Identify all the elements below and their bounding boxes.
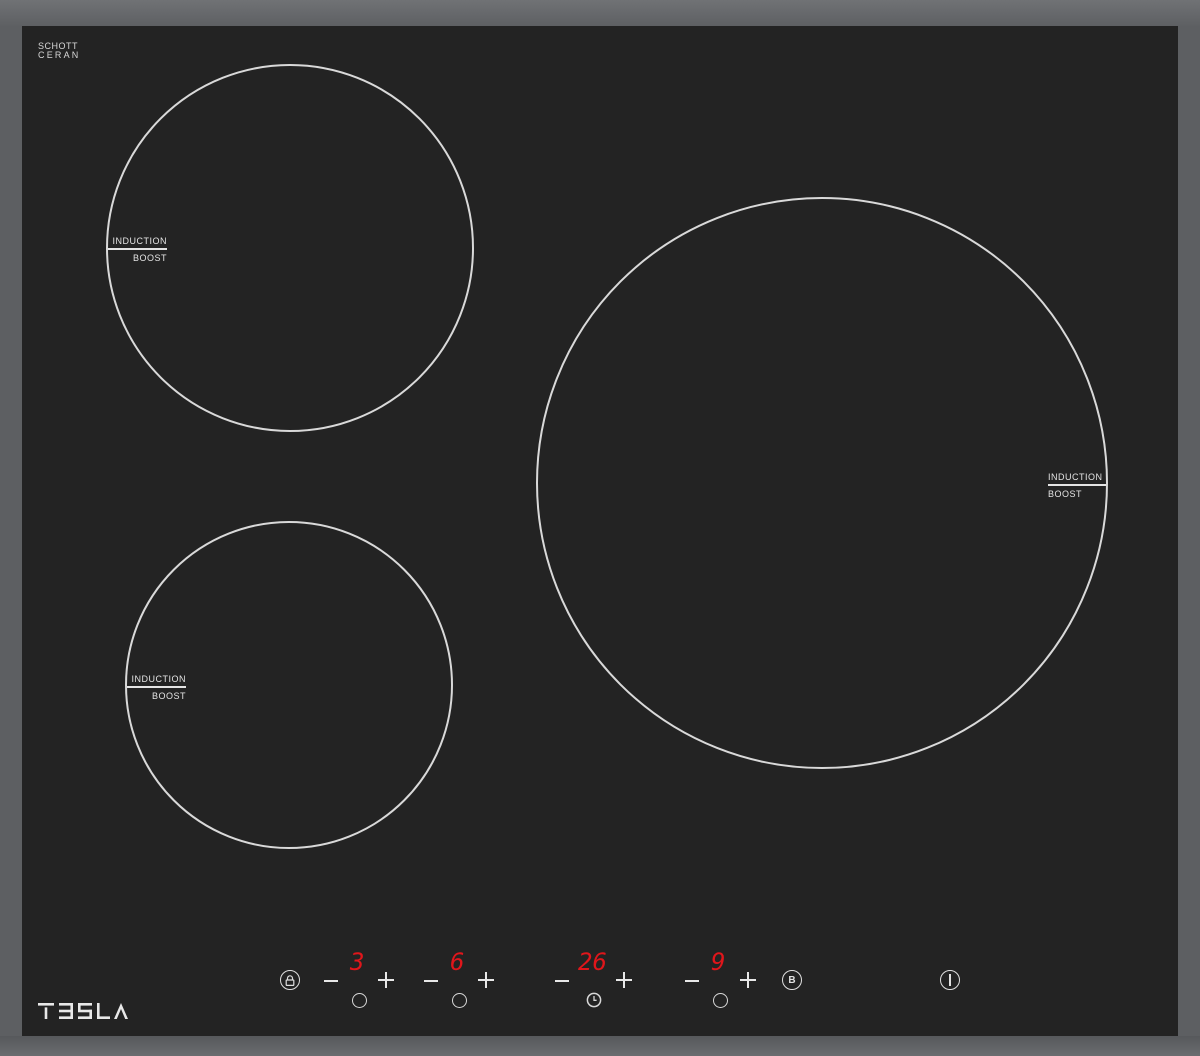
zone-label-front-left: INDUCTION BOOST [127, 674, 186, 701]
boost-label: BOOST [151, 691, 186, 701]
power-button[interactable] [940, 970, 960, 990]
frame-top-edge [0, 0, 1200, 26]
tesla-logo [38, 1003, 130, 1024]
induction-label: INDUCTION [112, 236, 167, 246]
boost-button[interactable]: B [782, 970, 802, 990]
frame-bottom-edge [0, 1036, 1200, 1056]
zone2-select-icon[interactable] [452, 993, 467, 1008]
timer-display: 26 [578, 948, 607, 976]
timer-plus-button[interactable] [616, 972, 632, 988]
lock-icon [285, 974, 295, 986]
zone3-plus-button[interactable] [740, 972, 756, 988]
zone2-minus-button[interactable] [424, 980, 438, 982]
boost-icon: B [788, 974, 796, 986]
zone3-select-icon[interactable] [713, 993, 728, 1008]
zone2-plus-button[interactable] [478, 972, 494, 988]
boost-label: BOOST [1048, 489, 1083, 499]
timer-icon[interactable] [586, 992, 602, 1013]
zone3-minus-button[interactable] [685, 980, 699, 982]
induction-label: INDUCTION [131, 674, 186, 684]
power-icon [949, 974, 951, 986]
zone1-select-icon[interactable] [352, 993, 367, 1008]
zone1-plus-button[interactable] [378, 972, 394, 988]
induction-label: INDUCTION [1048, 472, 1103, 482]
schott-ceran-logo: SCHOTT CERAN [38, 42, 81, 60]
zone-label-right-large: INDUCTION BOOST [1048, 472, 1106, 499]
zone3-power-display: 9 [711, 948, 726, 976]
cooking-zone-right-large[interactable] [536, 197, 1108, 769]
zone1-power-display: 3 [350, 948, 365, 976]
timer-minus-button[interactable] [555, 980, 569, 982]
zone-label-rear-left: INDUCTION BOOST [108, 236, 167, 263]
boost-label: BOOST [132, 253, 167, 263]
zone2-power-display: 6 [450, 948, 465, 976]
zone1-minus-button[interactable] [324, 980, 338, 982]
lock-button[interactable] [280, 970, 300, 990]
schott-logo-line2: CERAN [38, 50, 81, 60]
